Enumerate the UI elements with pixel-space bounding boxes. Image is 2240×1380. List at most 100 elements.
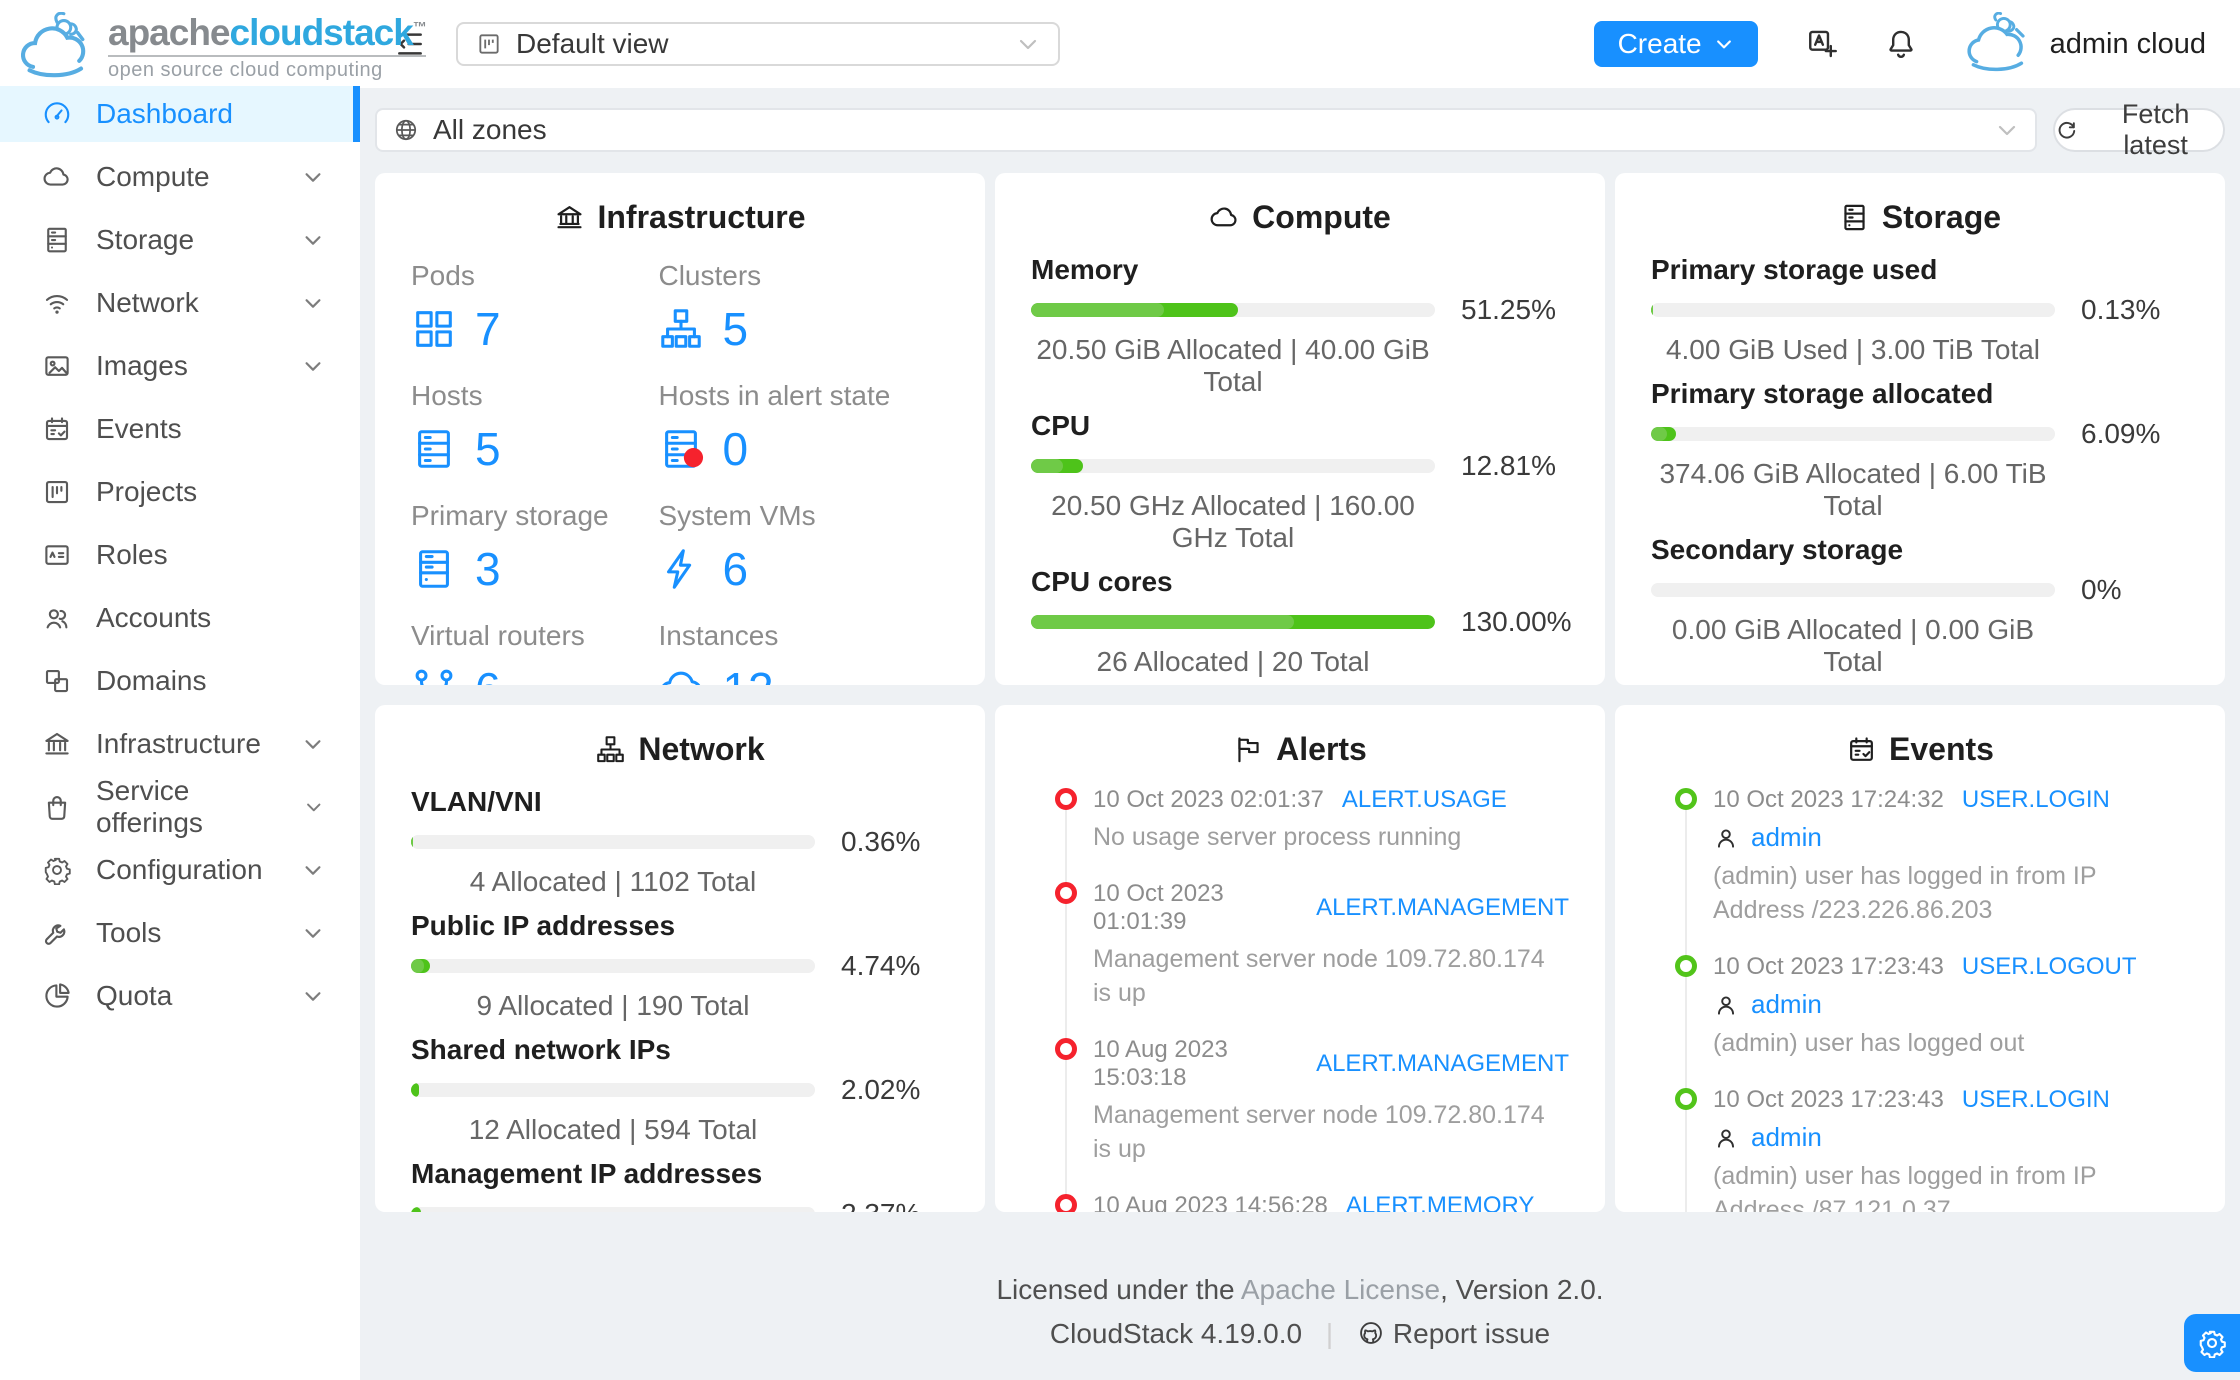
sidebar-item-label: Domains [96, 665, 207, 696]
usage-row: Management IP addresses 2.37% 6 Allocate… [411, 1158, 949, 1212]
sidebar-item-icon [42, 288, 72, 318]
chevron-down-icon [1995, 118, 2019, 142]
settings-fab-button[interactable] [2184, 1314, 2240, 1372]
infra-metric[interactable]: Pods 7 [411, 260, 658, 356]
infra-metric[interactable]: System VMs 6 [658, 500, 949, 596]
infra-metric[interactable]: Virtual routers 6 [411, 620, 658, 685]
usage-percent: 12.81% [1461, 450, 1556, 481]
event-user-link[interactable]: admin [1751, 1122, 1822, 1153]
alert-item: 10 Oct 2023 01:01:39 ALERT.MANAGEMENT Ma… [1031, 880, 1569, 1010]
sidebar-item[interactable]: Storage [0, 212, 360, 268]
progress-bar [1031, 459, 1435, 473]
usage-label: VLAN/VNI [411, 786, 542, 817]
event-timestamp: 10 Oct 2023 17:24:32 [1713, 786, 1944, 813]
usage-detail: 12 Allocated | 594 Total [468, 1114, 758, 1145]
chevron-down-icon [302, 355, 324, 377]
event-type-link[interactable]: USER.LOGOUT [1962, 953, 2137, 981]
usage-percent: 6.09% [2081, 418, 2161, 449]
user-icon [1713, 1125, 1739, 1151]
view-selector[interactable]: Default view [456, 22, 1060, 66]
usage-percent: 0.13% [2081, 294, 2161, 325]
infra-metric[interactable]: Hosts in alert state 0 [658, 380, 949, 476]
usage-detail: 26 Allocated | 20 Total [1096, 646, 1370, 677]
event-description: (admin) user has logged in from IP Addre… [1713, 862, 2097, 924]
sidebar-item[interactable]: Images [0, 338, 360, 394]
chevron-down-icon [302, 733, 324, 755]
infra-metric-label: Clusters [658, 260, 762, 291]
sidebar-item[interactable]: Projects [0, 464, 360, 520]
sidebar-item[interactable]: Dashboard [0, 86, 360, 142]
refresh-icon [2055, 118, 2078, 142]
zone-selector[interactable]: All zones [375, 108, 2037, 152]
infra-metric-value: 5 [722, 303, 749, 355]
sidebar-item[interactable]: Roles [0, 527, 360, 583]
usage-row: Secondary storage 0% 0.00 GiB Allocated … [1651, 534, 2189, 678]
sidebar-item-icon [42, 729, 72, 759]
alert-description: Management server node 109.72.80.174 is … [1093, 1101, 1545, 1163]
chevron-down-icon [304, 796, 324, 818]
notification-bell-icon[interactable] [1884, 27, 1918, 61]
sidebar-item-label: Quota [96, 980, 173, 1011]
usage-detail: 0.00 GiB Allocated | 0.00 GiB Total [1671, 614, 2035, 677]
infra-metric[interactable]: Hosts 5 [411, 380, 658, 476]
sidebar-item[interactable]: Compute [0, 149, 360, 205]
infra-metric[interactable]: Clusters 5 [658, 260, 949, 356]
infra-metric-value: 0 [722, 423, 749, 475]
report-issue-link[interactable]: Report issue [1393, 1318, 1550, 1349]
sidebar-item-icon [42, 855, 72, 885]
bank-icon [554, 202, 585, 233]
zone-selector-value: All zones [433, 114, 547, 145]
event-type-link[interactable]: USER.LOGIN [1962, 1086, 2110, 1114]
event-user-link[interactable]: admin [1751, 822, 1822, 853]
usage-label: Secondary storage [1651, 534, 1904, 565]
event-type-link[interactable]: USER.LOGIN [1962, 786, 2110, 814]
event-item: 10 Oct 2023 17:24:32 USER.LOGIN admin (a… [1651, 786, 2189, 927]
sidebar-item[interactable]: Events [0, 401, 360, 457]
translate-icon[interactable] [1806, 27, 1840, 61]
logo-apache-text: apache [108, 12, 231, 54]
sidebar-item-label: Tools [96, 917, 162, 948]
apache-license-link[interactable]: Apache License [1241, 1274, 1440, 1305]
event-timestamp: 10 Oct 2023 17:23:43 [1713, 953, 1944, 980]
sidebar-item[interactable]: Tools [0, 905, 360, 961]
event-user-link[interactable]: admin [1751, 989, 1822, 1020]
progress-bar [411, 835, 815, 849]
event-item: 10 Oct 2023 17:23:43 USER.LOGIN admin (a… [1651, 1086, 2189, 1212]
cloud-icon [1209, 202, 1240, 233]
user-name[interactable]: admin cloud [2050, 28, 2206, 61]
infra-metric-value: 6 [722, 543, 749, 595]
usage-detail: 20.50 GHz Allocated | 160.00 GHz Total [1051, 490, 1415, 553]
infra-metric[interactable]: Instances 12 [658, 620, 949, 685]
alert-type-link[interactable]: ALERT.MANAGEMENT [1316, 1050, 1569, 1078]
sidebar: apachecloudstack™ open source cloud comp… [0, 0, 427, 1380]
user-avatar[interactable] [1958, 12, 2040, 76]
usage-row: Shared network IPs 2.02% 12 Allocated | … [411, 1034, 949, 1146]
sidebar-item[interactable]: Configuration [0, 842, 360, 898]
progress-bar [1651, 303, 2055, 317]
alert-type-link[interactable]: ALERT.USAGE [1342, 786, 1507, 814]
progress-bar [1651, 583, 2055, 597]
sidebar-item[interactable]: Quota [0, 968, 360, 1024]
infra-metric-icon [411, 546, 457, 592]
progress-bar [1651, 427, 2055, 441]
sidebar-item[interactable]: Network [0, 275, 360, 331]
globe-icon [393, 117, 419, 143]
alert-timestamp: 10 Oct 2023 02:01:37 [1093, 786, 1324, 813]
infra-metric[interactable]: Primary storage 3 [411, 500, 658, 596]
alert-type-link[interactable]: ALERT.MANAGEMENT [1316, 894, 1569, 922]
github-icon [1357, 1319, 1385, 1347]
project-view-icon [476, 31, 502, 57]
trademark: ™ [412, 18, 427, 35]
sidebar-item[interactable]: Accounts [0, 590, 360, 646]
fetch-latest-button[interactable]: Fetch latest [2053, 99, 2225, 160]
create-button[interactable]: Create [1593, 21, 1758, 67]
sidebar-item[interactable]: Domains [0, 653, 360, 709]
usage-label: CPU cores [1031, 566, 1173, 597]
sidebar-item[interactable]: Service offerings [0, 775, 360, 838]
infra-metric-label: Hosts [411, 380, 483, 411]
alert-type-link[interactable]: ALERT.MEMORY [1346, 1192, 1535, 1212]
sidebar-item[interactable]: Infrastructure [0, 716, 360, 772]
usage-detail: 4.00 GiB Used | 3.00 TiB Total [1665, 334, 2041, 365]
usage-detail: 9 Allocated | 190 Total [476, 990, 750, 1021]
sidebar-item-label: Dashboard [96, 98, 233, 129]
